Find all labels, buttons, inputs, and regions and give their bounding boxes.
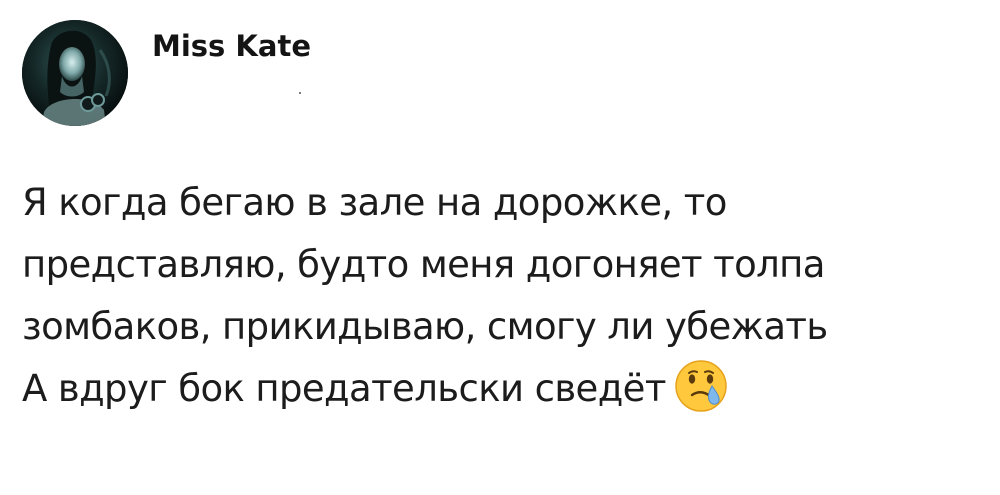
face-holding-back-tears-icon <box>674 359 728 413</box>
post-body: Я когда бегаю в зале на дорожке, то пред… <box>22 172 982 420</box>
avatar[interactable] <box>22 20 128 126</box>
post-text-line-4: А вдруг бок предательски сведёт <box>22 358 982 420</box>
post-text-line-2: представляю, будто меня догоняет толпа <box>22 243 825 286</box>
post-text-line-1: Я когда бегаю в зале на дорожке, то <box>22 181 727 224</box>
post-text-line-3: зомбаков, прикидываю, смогу ли убежать <box>22 305 828 348</box>
meta-dot <box>299 92 301 94</box>
user-avatar-photo-icon <box>22 20 128 126</box>
author-name[interactable]: Miss Kate <box>152 26 311 66</box>
post-text-line-4-text: А вдруг бок предательски сведёт <box>22 367 666 410</box>
post-card: Miss Kate Я когда бегаю в зале на дорожк… <box>0 0 1000 495</box>
